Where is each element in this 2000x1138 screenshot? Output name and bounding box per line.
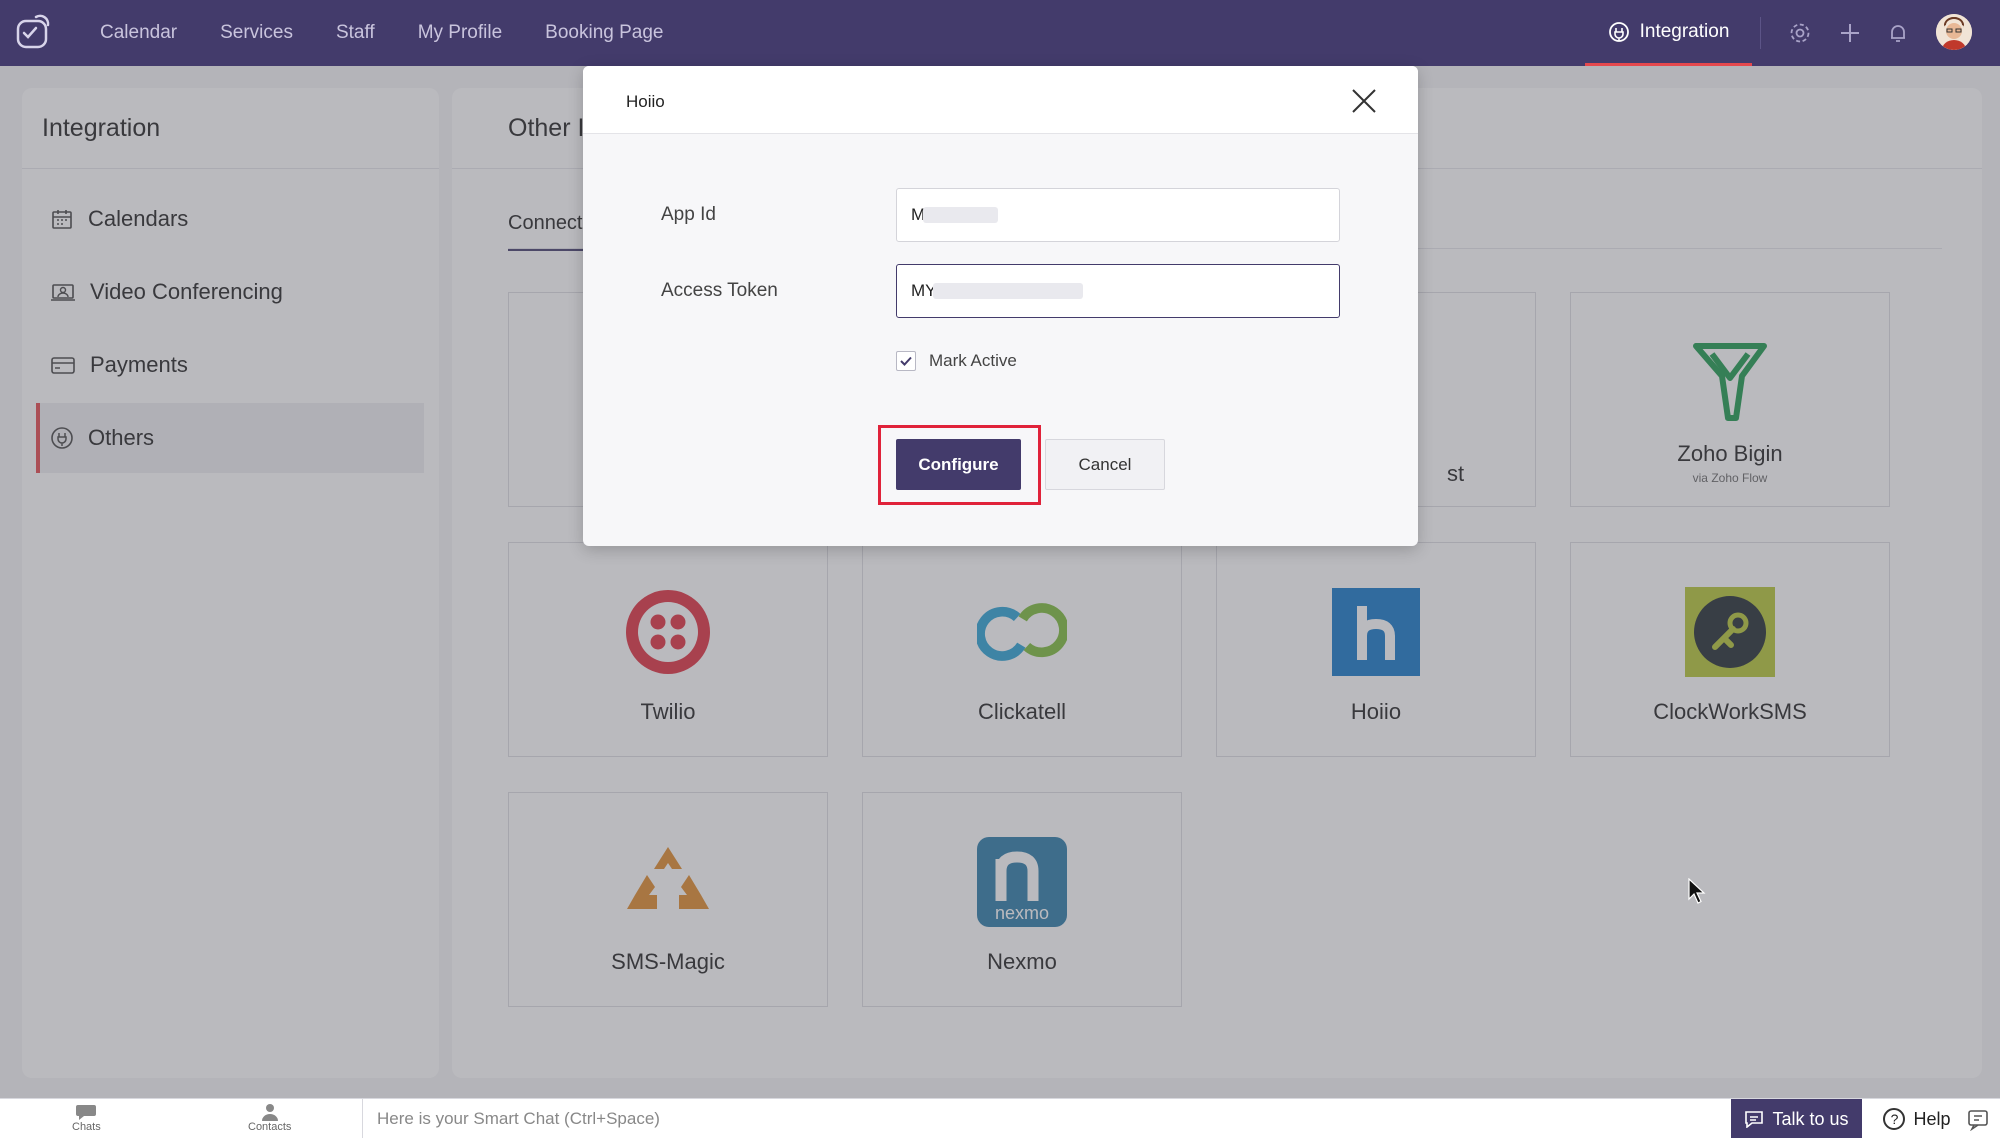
close-icon[interactable] [1349, 86, 1379, 116]
user-avatar[interactable] [1936, 14, 1972, 50]
cancel-button[interactable]: Cancel [1045, 439, 1165, 490]
chat-bubble-icon [76, 1105, 97, 1120]
contacts-label: Contacts [248, 1121, 292, 1133]
chats-label: Chats [72, 1121, 101, 1133]
chat-icon [1745, 1111, 1764, 1128]
nav-booking-page[interactable]: Booking Page [545, 22, 663, 44]
feedback-icon[interactable] [1966, 1107, 1990, 1131]
dialog-header: Hoiio [583, 66, 1418, 134]
nav-staff[interactable]: Staff [336, 22, 375, 44]
chats-button[interactable]: Chats [72, 1103, 101, 1133]
nav-calendar[interactable]: Calendar [100, 22, 177, 44]
dialog-title: Hoiio [626, 92, 665, 111]
talk-to-us-label: Talk to us [1772, 1108, 1849, 1129]
checkmark-icon [900, 356, 912, 366]
help-icon: ? [1883, 1108, 1906, 1130]
nav-integration-tab[interactable]: Integration [1585, 0, 1752, 66]
top-navigation: Calendar Services Staff My Profile Booki… [0, 0, 2000, 66]
hoiio-config-dialog: Hoiio App Id Access Token Mark Active Co… [583, 66, 1418, 546]
contacts-button[interactable]: Contacts [248, 1103, 291, 1133]
mark-active-label: Mark Active [929, 351, 1017, 370]
settings-gear-icon[interactable] [1785, 18, 1815, 48]
nav-divider [1760, 17, 1761, 49]
smart-chat-input[interactable]: Here is your Smart Chat (Ctrl+Space) [377, 1109, 660, 1129]
nav-my-profile[interactable]: My Profile [418, 22, 502, 44]
talk-to-us-button[interactable]: Talk to us [1731, 1099, 1862, 1138]
redacted-mask [923, 207, 998, 223]
add-plus-icon[interactable] [1835, 18, 1865, 48]
bookings-logo-icon[interactable] [14, 13, 54, 53]
access-token-label: Access Token [661, 280, 778, 301]
bottom-bar: Chats Contacts Here is your Smart Chat (… [0, 1098, 2000, 1138]
plug-icon [1608, 21, 1629, 42]
contact-person-icon [261, 1104, 278, 1121]
help-label: Help [1913, 1108, 1951, 1129]
mouse-pointer-icon [1688, 878, 1706, 904]
notification-bell-icon[interactable] [1883, 18, 1913, 48]
main-nav: Calendar Services Staff My Profile Booki… [100, 0, 707, 66]
bottom-divider [362, 1099, 363, 1138]
help-button[interactable]: ? Help [1872, 1099, 1962, 1138]
mark-active-checkbox[interactable] [896, 351, 916, 371]
configure-button[interactable]: Configure [896, 439, 1021, 490]
integration-tab-label: Integration [1639, 20, 1730, 42]
redacted-mask [933, 283, 1083, 299]
nav-services[interactable]: Services [220, 22, 293, 44]
app-id-label: App Id [661, 204, 716, 225]
